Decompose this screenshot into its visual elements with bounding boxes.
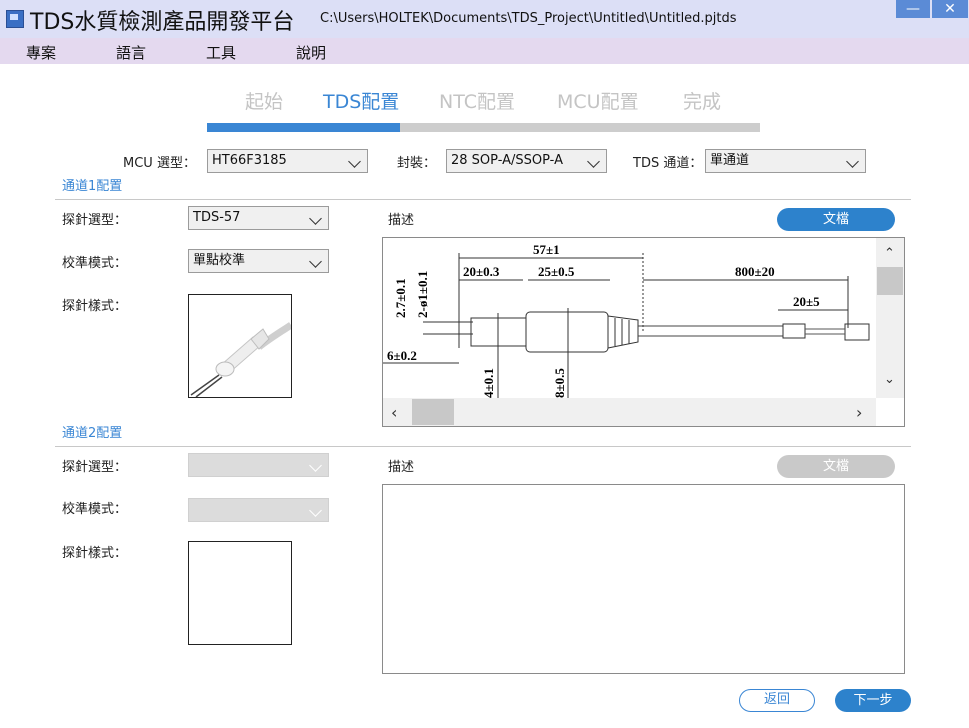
probe-dimension-drawing: 57±1 20±0.3 25±0.5 800±20 20±5 6±0.2 2.7… — [383, 242, 870, 398]
close-button[interactable]: ✕ — [932, 0, 968, 18]
dim-d2: 8±0.5 — [552, 368, 567, 398]
menu-project[interactable]: 專案 — [26, 42, 56, 63]
vertical-scrollbar[interactable]: ⌃ ⌄ — [876, 238, 904, 398]
package-label: 封裝： — [397, 156, 437, 171]
dim-a: 20±0.3 — [463, 264, 500, 279]
menu-help[interactable]: 說明 — [296, 42, 326, 63]
mcu-label: MCU 選型： — [123, 156, 196, 171]
channel2-title: 通道2配置 — [62, 426, 123, 441]
menu-tools[interactable]: 工具 — [206, 42, 236, 63]
ch1-calib-label: 校準模式： — [62, 256, 128, 271]
minimize-button[interactable]: — — [896, 0, 930, 18]
ch1-probe-style-label: 探針樣式： — [62, 299, 128, 314]
probe-picture — [190, 322, 293, 398]
vertical-scroll-thumb[interactable] — [877, 267, 903, 295]
ch1-calib-value: 單點校準 — [193, 253, 246, 268]
ch2-calib-select[interactable] — [188, 498, 329, 522]
mcu-select[interactable]: HT66F3185 — [207, 149, 368, 173]
ch1-probe-type-value: TDS-57 — [193, 210, 241, 225]
ch1-description-label: 描述 — [388, 213, 415, 228]
dim-total: 57±1 — [533, 242, 560, 257]
tds-channel-select[interactable]: 單通道 — [705, 149, 866, 173]
dim-end: 20±5 — [793, 294, 820, 309]
chevron-down-icon — [309, 212, 322, 225]
dim-h2: 2-ø1±0.1 — [415, 271, 430, 318]
step-start: 起始 — [245, 91, 284, 113]
back-button[interactable]: 返回 — [739, 689, 815, 712]
ch2-probe-style-label: 探針樣式： — [62, 546, 128, 561]
step-tds-config: TDS配置 — [323, 91, 400, 113]
chevron-down-icon — [309, 459, 322, 472]
ch2-description-label: 描述 — [388, 460, 415, 475]
chevron-down-icon — [309, 504, 322, 517]
scroll-down-icon[interactable]: ⌄ — [884, 372, 895, 387]
progress-fill — [207, 123, 400, 132]
project-path: C:\Users\HOLTEK\Documents\TDS_Project\Un… — [320, 11, 737, 26]
tds-channel-label: TDS 通道： — [633, 156, 703, 171]
mcu-select-value: HT66F3185 — [212, 153, 287, 168]
ch1-probe-type-select[interactable]: TDS-57 — [188, 206, 329, 230]
dim-cable: 800±20 — [735, 264, 775, 279]
step-mcu-config: MCU配置 — [557, 91, 639, 113]
scroll-left-icon[interactable]: ‹ — [391, 403, 397, 422]
next-button[interactable]: 下一步 — [835, 689, 911, 712]
chevron-down-icon — [846, 155, 859, 168]
step-finish: 完成 — [683, 91, 722, 113]
channel2-divider — [55, 446, 911, 447]
menu-language[interactable]: 語言 — [116, 42, 146, 63]
ch1-description-panel: 57±1 20±0.3 25±0.5 800±20 20±5 6±0.2 2.7… — [382, 237, 905, 427]
ch2-calib-label: 校準模式： — [62, 502, 128, 517]
scroll-right-icon[interactable]: › — [856, 403, 862, 422]
chevron-down-icon — [348, 155, 361, 168]
dim-b: 25±0.5 — [538, 264, 575, 279]
channel1-title: 通道1配置 — [62, 179, 123, 194]
channel1-divider — [55, 199, 911, 200]
scroll-up-icon[interactable]: ⌃ — [884, 246, 895, 261]
ch2-probe-image — [188, 541, 292, 645]
chevron-down-icon — [587, 155, 600, 168]
horizontal-scrollbar[interactable]: ‹ › — [383, 398, 876, 426]
app-icon — [6, 10, 24, 28]
tds-channel-select-value: 單通道 — [710, 153, 750, 168]
app-title: TDS水質檢測產品開發平台 — [30, 10, 295, 35]
ch2-probe-type-select[interactable] — [188, 453, 329, 477]
ch2-description-panel — [382, 484, 905, 674]
ch1-document-button[interactable]: 文檔 — [777, 208, 895, 231]
step-ntc-config: NTC配置 — [439, 91, 515, 113]
chevron-down-icon — [309, 255, 322, 268]
dim-tip: 6±0.2 — [387, 348, 417, 363]
dim-h1: 2.7±0.1 — [393, 278, 408, 318]
ch2-document-button[interactable]: 文檔 — [777, 455, 895, 478]
ch1-probe-image — [188, 294, 293, 398]
ch1-probe-type-label: 探針選型： — [62, 213, 128, 228]
dim-d1: 4±0.1 — [481, 368, 496, 398]
ch2-probe-type-label: 探針選型： — [62, 460, 128, 475]
horizontal-scroll-thumb[interactable] — [412, 399, 454, 425]
package-select-value: 28 SOP-A/SSOP-A — [451, 153, 563, 168]
package-select[interactable]: 28 SOP-A/SSOP-A — [446, 149, 607, 173]
ch1-calib-select[interactable]: 單點校準 — [188, 249, 329, 273]
